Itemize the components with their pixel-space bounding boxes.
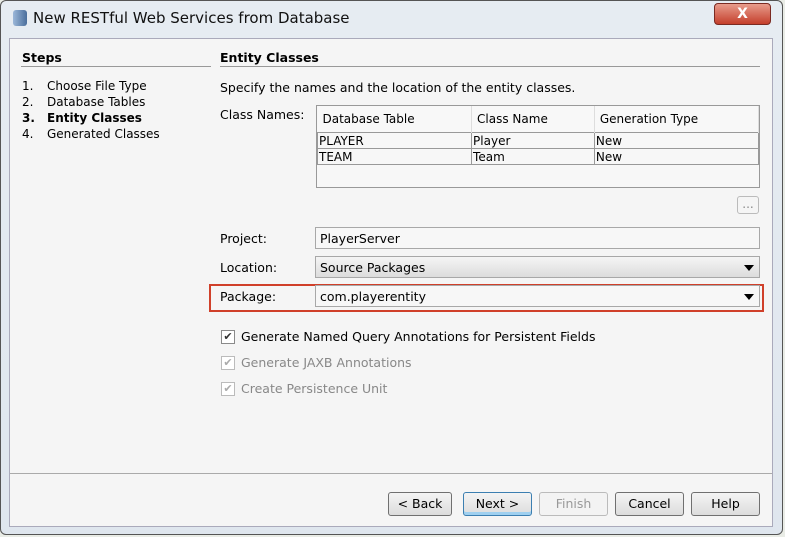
jaxb-checkbox: ✔ Generate JAXB Annotations <box>221 355 412 370</box>
description: Specify the names and the location of th… <box>220 80 576 95</box>
location-label: Location: <box>220 260 278 275</box>
cell[interactable]: TEAM <box>316 148 473 165</box>
close-button[interactable]: X <box>714 3 771 25</box>
cell[interactable]: New <box>593 148 760 165</box>
persistence-unit-checkbox: ✔ Create Persistence Unit <box>221 381 387 396</box>
step-item: 2. Database Tables <box>22 95 146 109</box>
step-item: 1. Choose File Type <box>22 79 147 93</box>
back-button[interactable]: < Back <box>388 492 452 516</box>
title-bar: New RESTful Web Services from Database <box>13 9 350 27</box>
finish-button: Finish <box>539 492 608 516</box>
cell[interactable]: PLAYER <box>316 132 473 149</box>
app-cube-icon <box>13 10 27 26</box>
browse-button[interactable]: ... <box>737 196 759 214</box>
checkmark-icon: ✔ <box>221 329 235 344</box>
column-header[interactable]: Generation Type <box>594 106 760 133</box>
cancel-button[interactable]: Cancel <box>615 492 684 516</box>
chevron-down-icon <box>744 294 754 300</box>
named-query-checkbox[interactable]: ✔ Generate Named Query Annotations for Pe… <box>221 329 595 344</box>
window-title: New RESTful Web Services from Database <box>33 9 350 27</box>
chevron-down-icon <box>744 265 754 271</box>
help-button[interactable]: Help <box>691 492 760 516</box>
cell[interactable]: Player <box>471 132 595 149</box>
divider <box>220 66 760 67</box>
step-item-current: 3. Entity Classes <box>22 111 142 125</box>
column-header[interactable]: Class Name <box>471 106 595 133</box>
class-names-label: Class Names: <box>220 107 305 122</box>
package-select[interactable]: com.playerentity <box>315 285 760 307</box>
checkmark-icon: ✔ <box>221 355 235 370</box>
divider <box>10 473 772 474</box>
table-row[interactable]: TEAM Team New <box>316 148 760 165</box>
location-select[interactable]: Source Packages <box>315 256 760 278</box>
column-header[interactable]: Database Table <box>317 106 473 133</box>
project-field[interactable]: PlayerServer <box>315 227 760 249</box>
table-row[interactable]: PLAYER Player New <box>316 132 760 149</box>
cell[interactable]: Team <box>471 148 595 165</box>
project-label: Project: <box>220 231 267 246</box>
cell[interactable]: New <box>593 132 760 149</box>
checkmark-icon: ✔ <box>221 381 235 396</box>
class-names-table[interactable]: Database Table Class Name Generation Type … <box>316 105 760 188</box>
step-item: 4. Generated Classes <box>22 127 160 141</box>
divider <box>21 66 211 67</box>
package-label: Package: <box>220 289 277 304</box>
page-title: Entity Classes <box>220 50 319 65</box>
package-value: com.playerentity <box>320 289 426 304</box>
location-value: Source Packages <box>320 260 426 275</box>
steps-heading: Steps <box>22 50 62 65</box>
next-button[interactable]: Next > <box>463 492 532 516</box>
